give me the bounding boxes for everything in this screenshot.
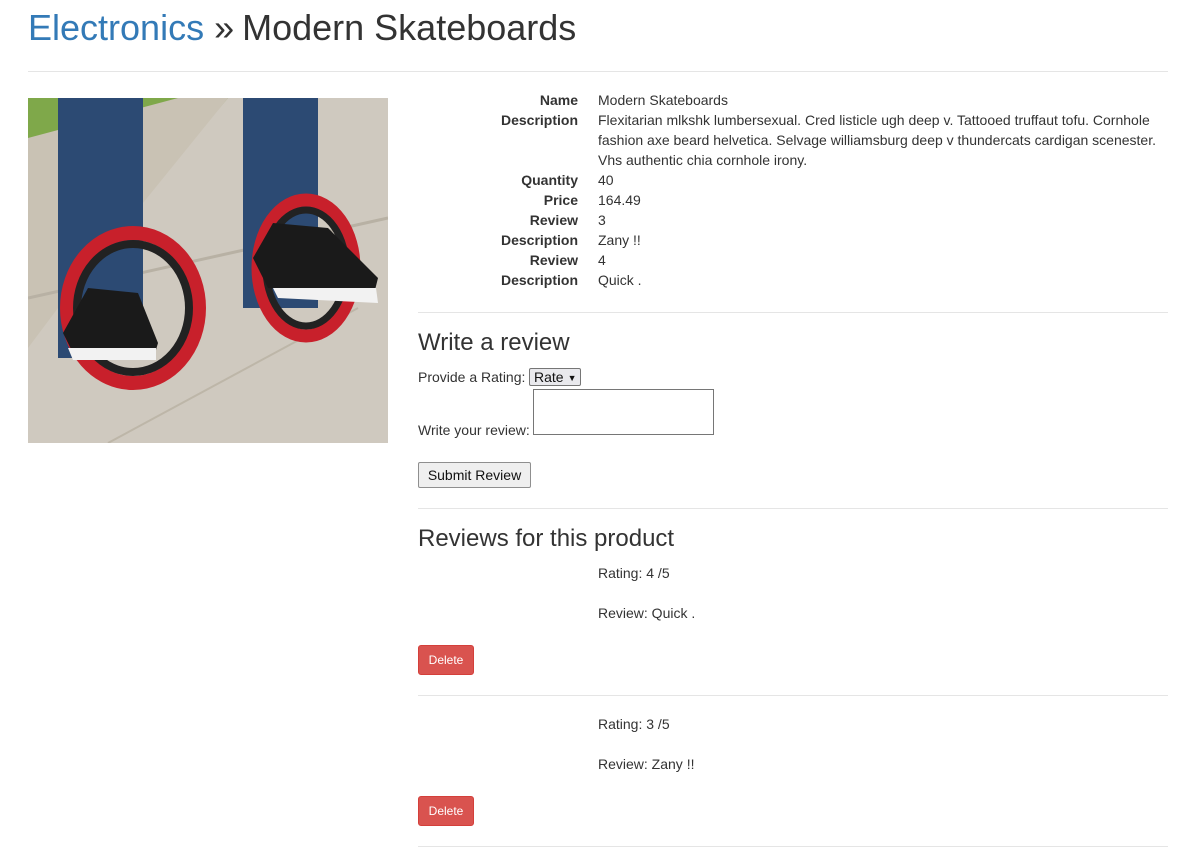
review-divider [418,846,1168,847]
delete-review-button[interactable]: Delete [418,645,474,675]
detail-row: Description Quick . [418,270,1168,290]
rating-label: Provide a Rating: [418,369,526,385]
page-title: Electronics» Modern Skateboards [28,6,576,50]
detail-row: Description Zany !! [418,230,1168,250]
detail-row: Description Flexitarian mlkshk lumbersex… [418,110,1168,170]
detail-label: Quantity [521,172,578,188]
rating-select[interactable]: Rate ▼ [529,368,581,386]
page: Electronics» Modern Skateboards Name Mode… [0,0,1190,853]
detail-value: 40 [598,172,614,188]
delete-review-button[interactable]: Delete [418,796,474,826]
detail-value: Zany !! [598,232,641,248]
detail-value: Quick . [598,272,642,288]
review-divider [418,695,1168,696]
review-text: Review: Quick . [598,605,696,621]
detail-row: Review 3 [418,210,1168,230]
review-textarea[interactable] [533,389,714,435]
review-text-label: Write your review: [418,422,530,438]
detail-value: 164.49 [598,192,641,208]
review-text: Review: Zany !! [598,756,695,772]
breadcrumb-category-link[interactable]: Electronics [28,7,204,48]
detail-row: Name Modern Skateboards [418,90,1168,110]
detail-value: 4 [598,252,606,268]
rating-select-value: Rate [534,369,564,385]
submit-review-button[interactable]: Submit Review [418,462,531,488]
breadcrumb-separator: » [214,7,235,48]
detail-row: Quantity 40 [418,170,1168,190]
breadcrumb-product-title: Modern Skateboards [242,7,577,48]
review-rating: Rating: 3 /5 [598,716,670,732]
detail-value: 3 [598,212,606,228]
detail-label: Description [500,272,578,288]
product-image [28,98,388,443]
detail-label: Name [539,92,578,108]
detail-row: Price 164.49 [418,190,1168,210]
header-divider [28,71,1168,72]
detail-value: Modern Skateboards [598,92,728,108]
form-divider [418,508,1168,509]
detail-label: Price [543,192,578,208]
product-details: Name Modern Skateboards Description Flex… [418,90,1168,290]
details-divider [418,312,1168,313]
chevron-down-icon: ▼ [567,373,577,383]
detail-label: Review [529,252,578,268]
detail-label: Review [529,212,578,228]
review-rating: Rating: 4 /5 [598,565,670,581]
write-review-title: Write a review [418,329,570,356]
detail-label: Description [500,232,578,248]
detail-label: Description [500,112,578,128]
detail-row: Review 4 [418,250,1168,270]
reviews-title: Reviews for this product [418,525,675,552]
detail-value: Flexitarian mlkshk lumbersexual. Cred li… [598,112,1156,168]
